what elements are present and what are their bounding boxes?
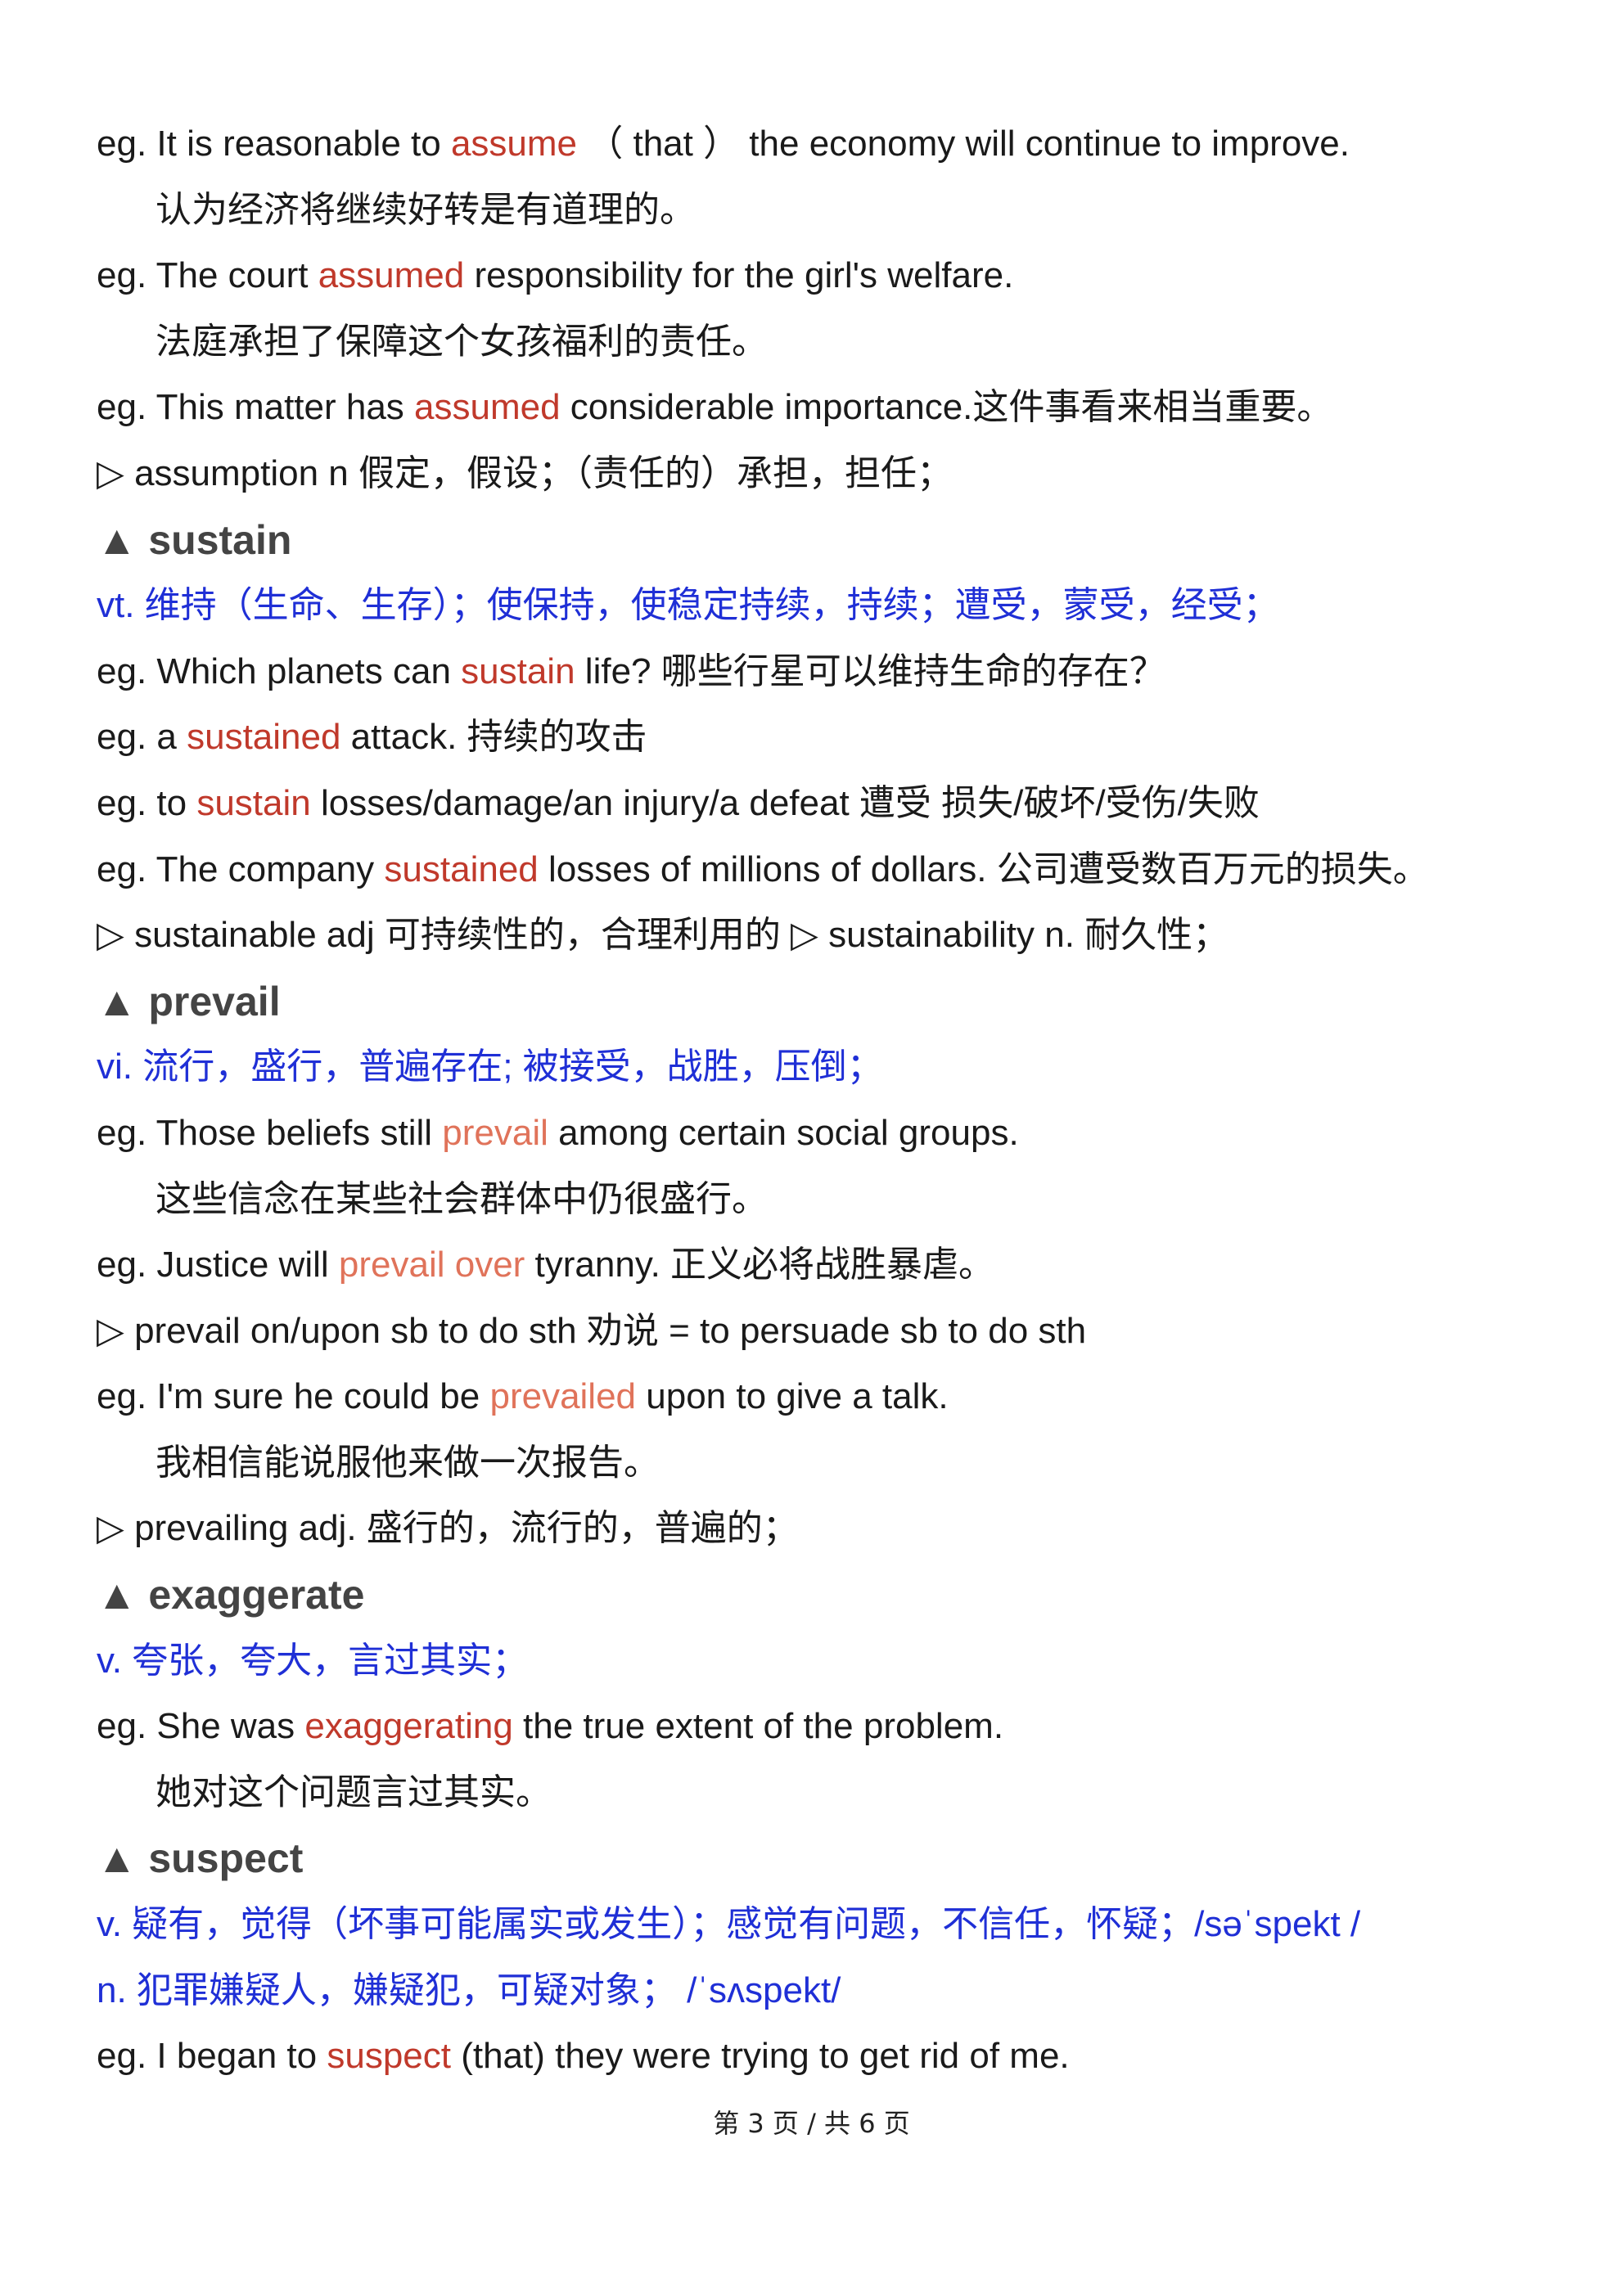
highlighted-word: suspect [327, 2036, 451, 2077]
derivative-line: ▷ prevail on/upon sb to do sth 劝说 = to p… [97, 1299, 1570, 1365]
example-sentence: eg. Justice will prevail over tyranny. 正… [97, 1232, 1570, 1299]
example-sentence: eg. a sustained attack. 持续的攻击 [97, 705, 1570, 771]
definition-line: n. 犯罪嫌疑人，嫌疑犯，可疑对象； /ˈsʌspekt/ [97, 1958, 1570, 2024]
definition-line: vt. 维持（生命、生存）；使保持，使稳定持续，持续；遭受，蒙受，经受； [97, 573, 1570, 639]
definition-line: v. 疑有，觉得（坏事可能属实或发生）；感觉有问题，不信任，怀疑；/səˈspe… [97, 1892, 1570, 1958]
line-text: eg. Which planets can [97, 651, 462, 691]
example-sentence: eg. to sustain losses/damage/an injury/a… [97, 771, 1570, 837]
example-sentence: eg. Which planets can sustain life? 哪些行星… [97, 639, 1570, 705]
line-text: ▲ exaggerate [97, 1572, 365, 1618]
definition-line: v. 夸张，夸大，言过其实； [97, 1628, 1570, 1695]
line-text: upon to give a talk. [636, 1376, 949, 1417]
line-text: ▷ assumption n 假定，假设；（责任的）承担，担任； [97, 452, 953, 493]
example-sentence: eg. I'm sure he could be prevailed upon … [97, 1364, 1570, 1430]
example-sentence: eg. Those beliefs still prevail among ce… [97, 1101, 1570, 1167]
highlighted-word: assumed [414, 387, 561, 428]
line-text: v. 疑有，觉得（坏事可能属实或发生）；感觉有问题，不信任，怀疑；/səˈspe… [97, 1904, 1361, 1945]
definition-line: vi. 流行，盛行，普遍存在; 被接受，战胜，压倒； [97, 1034, 1570, 1101]
line-text: eg. She was [97, 1706, 305, 1747]
line-text: ▲ sustain [97, 516, 292, 563]
page-number: 第 3 页 / 共 6 页 [713, 2108, 910, 2139]
line-text: eg. The court [97, 255, 318, 296]
translation-line: 她对这个问题言过其实。 [97, 1760, 1570, 1826]
line-text: eg. Justice will [97, 1245, 339, 1285]
line-text: 她对这个问题言过其实。 [156, 1772, 552, 1812]
highlighted-word: prevail [442, 1112, 548, 1153]
line-text: 认为经济将继续好转是有道理的。 [156, 189, 696, 230]
derivative-line: ▷ assumption n 假定，假设；（责任的）承担，担任； [97, 441, 1570, 507]
line-text: vt. 维持（生命、生存）；使保持，使稳定持续，持续；遭受，蒙受，经受； [97, 585, 1279, 626]
derivative-line: ▷ sustainable adj 可持续性的，合理利用的 ▷ sustaina… [97, 903, 1570, 969]
line-text: vi. 流行，盛行，普遍存在; 被接受，战胜，压倒； [97, 1047, 883, 1087]
line-text: eg. to [97, 782, 197, 823]
example-sentence: eg. It is reasonable to assume （ that ） … [97, 111, 1570, 178]
line-text: losses of millions of dollars. 公司遭受数百万元的… [538, 849, 1429, 889]
line-text: eg. I began to [97, 2036, 327, 2077]
line-text: among certain social groups. [548, 1112, 1019, 1153]
line-text: considerable importance.这件事看来相当重要。 [560, 387, 1333, 428]
line-text: ▲ prevail [97, 978, 281, 1024]
line-text: ▲ suspect [97, 1835, 304, 1882]
line-text: ▷ sustainable adj 可持续性的，合理利用的 ▷ sustaina… [97, 915, 1229, 956]
translation-line: 认为经济将继续好转是有道理的。 [97, 178, 1570, 244]
example-sentence: eg. This matter has assumed considerable… [97, 375, 1570, 441]
line-text: tyranny. 正义必将战胜暴虐。 [525, 1245, 995, 1285]
document-page: eg. It is reasonable to assume （ that ） … [0, 0, 1623, 2296]
line-text: (that) they were trying to get rid of me… [450, 2036, 1070, 2077]
line-text: v. 夸张，夸大，言过其实； [97, 1640, 529, 1681]
line-text: 这些信念在某些社会群体中仍很盛行。 [156, 1178, 768, 1219]
line-text: eg. It is reasonable to [97, 124, 451, 164]
example-sentence: eg. The court assumed responsibility for… [97, 243, 1570, 309]
headword: ▲ suspect [97, 1826, 1570, 1892]
highlighted-word: sustain [196, 782, 311, 823]
highlighted-word: sustain [461, 651, 575, 691]
line-text: ▷ prevailing adj. 盛行的，流行的，普遍的； [97, 1508, 799, 1549]
example-sentence: eg. I began to suspect (that) they were … [97, 2024, 1570, 2090]
line-text: eg. I'm sure he could be [97, 1376, 490, 1417]
highlighted-word: prevail over [338, 1245, 525, 1285]
highlighted-word: prevailed [489, 1376, 637, 1417]
derivative-line: ▷ prevailing adj. 盛行的，流行的，普遍的； [97, 1496, 1570, 1562]
translation-line: 法庭承担了保障这个女孩福利的责任。 [97, 309, 1570, 376]
line-text: losses/damage/an injury/a defeat 遭受 损失/破… [310, 782, 1260, 823]
highlighted-word: sustained [384, 849, 539, 889]
headword: ▲ sustain [97, 507, 1570, 574]
line-text: ▷ prevail on/upon sb to do sth 劝说 = to p… [97, 1310, 1087, 1351]
headword: ▲ prevail [97, 969, 1570, 1035]
line-text: eg. a [97, 717, 187, 758]
line-text: 我相信能说服他来做一次报告。 [156, 1442, 660, 1483]
line-text: eg. This matter has [97, 387, 415, 428]
line-text: n. 犯罪嫌疑人，嫌疑犯，可疑对象； /ˈsʌspekt/ [97, 1970, 841, 2010]
example-sentence: eg. She was exaggerating the true extent… [97, 1694, 1570, 1760]
page-content: eg. It is reasonable to assume （ that ） … [97, 111, 1570, 2090]
line-text: life? 哪些行星可以维持生命的存在？ [575, 651, 1165, 691]
translation-line: 这些信念在某些社会群体中仍很盛行。 [97, 1167, 1570, 1233]
headword: ▲ exaggerate [97, 1562, 1570, 1628]
highlighted-word: assumed [318, 255, 465, 296]
line-text: eg. The company [97, 849, 385, 889]
line-text: （ that ） the economy will continue to im… [577, 124, 1350, 164]
line-text: the true extent of the problem. [512, 1706, 1004, 1747]
highlighted-word: assume [450, 124, 578, 164]
line-text: attack. 持续的攻击 [340, 717, 647, 758]
line-text: 法庭承担了保障这个女孩福利的责任。 [156, 321, 768, 362]
line-text: responsibility for the girl's welfare. [464, 255, 1014, 296]
translation-line: 我相信能说服他来做一次报告。 [97, 1430, 1570, 1497]
example-sentence: eg. The company sustained losses of mill… [97, 837, 1570, 903]
line-text: eg. Those beliefs still [97, 1112, 443, 1153]
highlighted-word: exaggerating [304, 1706, 513, 1747]
highlighted-word: sustained [187, 717, 341, 758]
